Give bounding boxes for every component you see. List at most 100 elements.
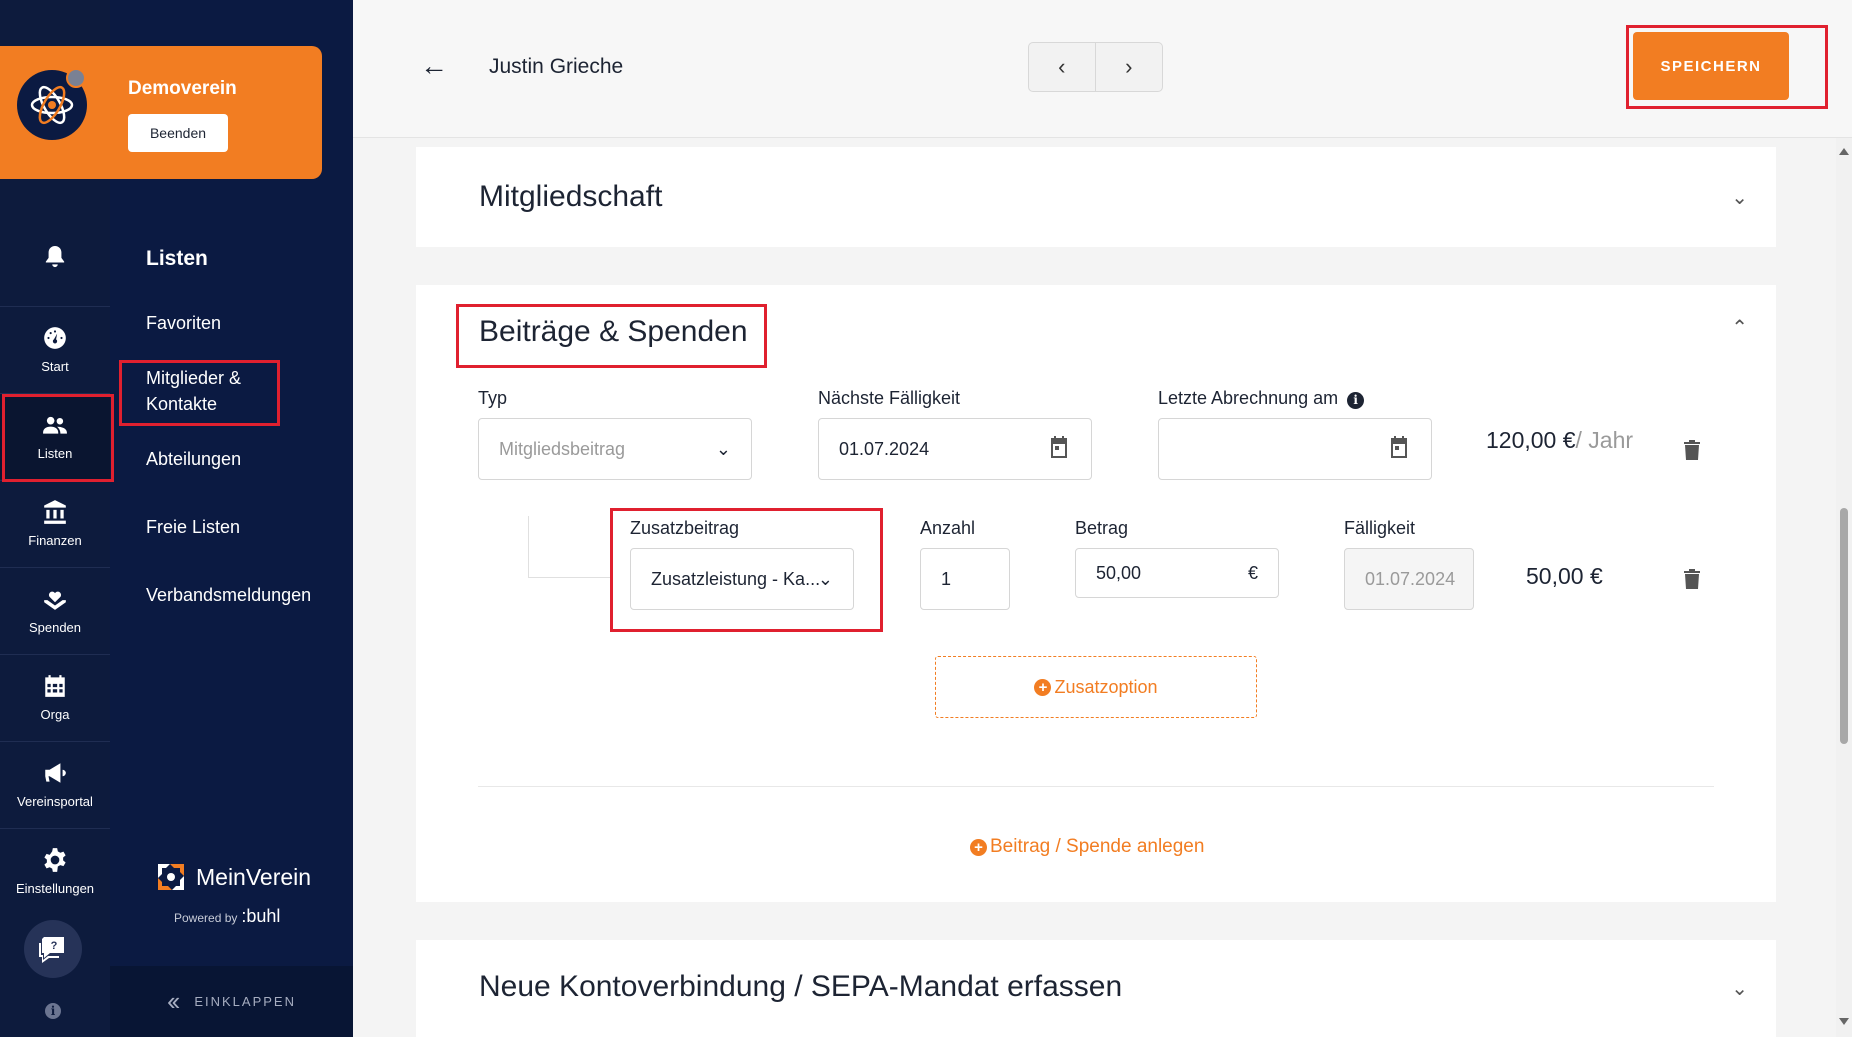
- count-input[interactable]: 1: [920, 548, 1010, 610]
- tree-connector: [528, 516, 610, 578]
- next-record-button[interactable]: ›: [1096, 43, 1163, 91]
- type-label: Typ: [478, 388, 508, 408]
- org-name: Demoverein: [128, 78, 237, 99]
- next-due-label: Nächste Fälligkeit: [818, 388, 961, 408]
- subnav-item-favoriten[interactable]: Favoriten: [146, 310, 221, 336]
- rail-item-label: Orga: [40, 707, 70, 722]
- calendar-icon[interactable]: [1387, 435, 1411, 464]
- previous-record-button[interactable]: ‹: [1029, 43, 1096, 91]
- membership-title: Mitgliedschaft: [479, 180, 663, 213]
- info-icon[interactable]: i: [45, 1003, 61, 1019]
- rail-item-listen[interactable]: Listen: [0, 393, 110, 479]
- add-option-label: Zusatzoption: [1054, 676, 1158, 697]
- chevron-left-icon: ‹: [1058, 54, 1066, 79]
- rail-item-einstellungen[interactable]: Einstellungen: [0, 828, 110, 914]
- price-label: Betrag: [1075, 518, 1129, 538]
- end-button[interactable]: Beenden: [128, 114, 228, 152]
- collapse-button[interactable]: ‹‹ EINKLAPPEN: [110, 966, 353, 1037]
- due-value: 01.07.2024: [1365, 568, 1456, 589]
- rail-item-label: Start: [41, 359, 69, 374]
- type-select[interactable]: Mitgliedsbeitrag ⌄: [478, 418, 752, 480]
- last-billing-label-text: Letzte Abrechnung am: [1158, 388, 1339, 408]
- extra-contribution-label: Zusatzbeitrag: [630, 518, 740, 538]
- sepa-section[interactable]: Neue Kontoverbindung / SEPA-Mandat erfas…: [416, 940, 1776, 1037]
- calendar-grid-icon: [45, 675, 65, 697]
- last-billing-label: Letzte Abrechnung am i: [1158, 388, 1365, 409]
- back-arrow-icon[interactable]: ←: [420, 50, 448, 82]
- chevron-down-icon: ⌄: [715, 438, 731, 459]
- rail-item-label: Einstellungen: [15, 881, 95, 896]
- users-icon: [43, 416, 67, 434]
- membership-section[interactable]: Mitgliedschaft ⌄: [416, 147, 1776, 247]
- buhl-logo: :buhl: [241, 906, 281, 926]
- scroll-thumb[interactable]: [1840, 508, 1848, 744]
- next-due-field[interactable]: 01.07.2024: [818, 418, 1092, 480]
- meinverein-logo-icon: [158, 864, 184, 890]
- collapse-label: EINKLAPPEN: [194, 994, 296, 1009]
- price-value: 50,00: [1096, 562, 1142, 583]
- due-field: 01.07.2024: [1344, 548, 1474, 610]
- subnav-item-mitglieder-kontakte[interactable]: Mitglieder & Kontakte: [146, 365, 266, 417]
- rail-item-spenden[interactable]: Spenden: [0, 567, 110, 653]
- chevron-down-icon: ⌄: [817, 568, 833, 589]
- add-contribution-button[interactable]: + Beitrag / Spende anlegen: [970, 836, 1204, 858]
- row1-amount: 120,00 €/ Jahr: [1486, 427, 1633, 454]
- trash-icon[interactable]: [1684, 440, 1700, 460]
- calendar-icon[interactable]: [1047, 435, 1071, 464]
- add-contribution-label: Beitrag / Spende anlegen: [990, 836, 1205, 857]
- chevron-down-icon[interactable]: ⌄: [1731, 185, 1748, 210]
- rail-item-label: Vereinsportal: [17, 794, 93, 809]
- chevron-down-icon[interactable]: ⌄: [1731, 976, 1748, 1001]
- row1-amount-unit: / Jahr: [1575, 427, 1634, 453]
- extra-contribution-value: Zusatzleistung - Ka...: [651, 568, 821, 589]
- row2-amount: 50,00 €: [1526, 563, 1603, 589]
- subnav-item-freie-listen[interactable]: Freie Listen: [146, 514, 240, 540]
- next-due-value: 01.07.2024: [839, 438, 930, 459]
- rail-item-vereinsportal[interactable]: Vereinsportal: [0, 741, 110, 827]
- brand-name: MeinVerein: [196, 863, 312, 890]
- chevron-up-icon[interactable]: ⌃: [1731, 315, 1748, 340]
- subnav-item-verbandsmeldungen[interactable]: Verbandsmeldungen: [146, 582, 311, 608]
- info-circle-icon[interactable]: i: [1347, 392, 1365, 409]
- sepa-title: Neue Kontoverbindung / SEPA-Mandat erfas…: [479, 970, 1123, 1003]
- scrollbar[interactable]: [1836, 138, 1852, 1037]
- extra-contribution-select[interactable]: Zusatzleistung - Ka... ⌄: [630, 548, 854, 610]
- org-switch-badge[interactable]: [66, 68, 86, 88]
- gear-icon: [44, 848, 66, 872]
- plus-circle-icon: +: [1034, 678, 1052, 696]
- subnav-item-abteilungen[interactable]: Abteilungen: [146, 446, 241, 472]
- powered-by-label: Powered by: [174, 911, 238, 925]
- currency-euro: €: [1247, 562, 1258, 583]
- megaphone-icon: [45, 763, 66, 783]
- row1-amount-value: 120,00 €: [1486, 427, 1576, 453]
- speedometer-icon: [44, 327, 66, 349]
- price-input[interactable]: 50,00 €: [1075, 548, 1279, 598]
- org-card: Demoverein Beenden: [0, 46, 322, 179]
- scroll-up-arrow[interactable]: [1839, 148, 1849, 155]
- rail-item-finanzen[interactable]: Finanzen: [0, 480, 110, 566]
- help-chat-button[interactable]: ?: [24, 920, 82, 978]
- double-chevron-left-icon: ‹‹: [167, 986, 180, 1016]
- bank-icon: [44, 500, 66, 524]
- bell-icon[interactable]: [44, 244, 66, 270]
- plus-circle-icon: +: [970, 838, 987, 856]
- member-name: Justin Grieche: [489, 55, 624, 78]
- rail-item-start[interactable]: Start: [0, 306, 110, 392]
- trash-icon[interactable]: [1684, 569, 1700, 589]
- add-option-button[interactable]: + Zusatzoption: [935, 656, 1257, 718]
- rail-item-label: Listen: [37, 446, 73, 461]
- count-label: Anzahl: [920, 518, 976, 538]
- chevron-right-icon: ›: [1125, 54, 1133, 79]
- rail-item-label: Spenden: [28, 620, 82, 635]
- type-placeholder: Mitgliedsbeitrag: [499, 438, 626, 459]
- powered-by: Powered by:buhl: [174, 906, 280, 927]
- save-button[interactable]: SPEICHERN: [1633, 32, 1789, 100]
- divider: [478, 786, 1714, 787]
- rail-item-orga[interactable]: Orga: [0, 654, 110, 740]
- last-billing-field[interactable]: [1158, 418, 1432, 480]
- heart-hand-icon: [44, 591, 66, 610]
- scroll-down-arrow[interactable]: [1839, 1018, 1849, 1025]
- rail-item-label: Finanzen: [28, 533, 82, 548]
- chat-question-icon: ?: [39, 937, 64, 963]
- count-value: 1: [941, 568, 952, 589]
